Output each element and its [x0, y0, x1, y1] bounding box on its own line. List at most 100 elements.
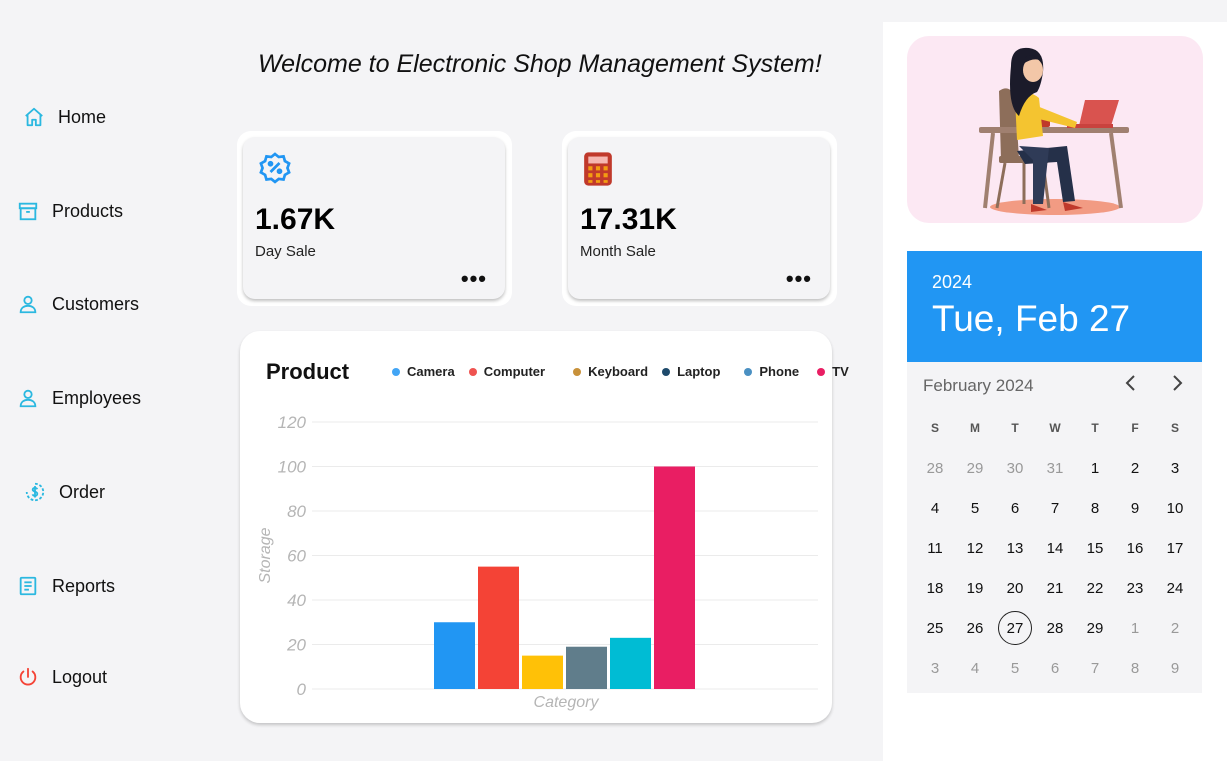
- woman-at-desk-image: [979, 47, 1129, 215]
- calendar-day[interactable]: 18: [915, 568, 955, 608]
- calendar-day[interactable]: 30: [995, 448, 1035, 488]
- calendar-year[interactable]: 2024: [932, 272, 972, 293]
- calendar-day[interactable]: 5: [955, 488, 995, 528]
- calendar-day[interactable]: 26: [955, 608, 995, 648]
- weekday-label: M: [970, 421, 980, 435]
- nav-customers[interactable]: Customers: [17, 293, 139, 315]
- x-axis-label: Category: [534, 694, 600, 711]
- calendar-day[interactable]: 9: [1115, 488, 1155, 528]
- calendar-selected-date: Tue, Feb 27: [932, 298, 1131, 339]
- nav-logout[interactable]: Logout: [17, 666, 107, 688]
- calendar-day[interactable]: 15: [1075, 528, 1115, 568]
- calendar-day-selected[interactable]: 27: [995, 608, 1035, 648]
- power-icon: [19, 667, 37, 686]
- bar-phone: [610, 637, 651, 689]
- weekday-label: F: [1131, 421, 1139, 435]
- chevron-right-icon: [1173, 375, 1183, 391]
- nav-products-label: Products: [52, 200, 124, 221]
- month-sale-more-button[interactable]: •••: [786, 268, 812, 290]
- calendar-day[interactable]: 25: [915, 608, 955, 648]
- calendar-day[interactable]: 22: [1075, 568, 1115, 608]
- calendar-day[interactable]: 20: [995, 568, 1035, 608]
- calendar-day[interactable]: 28: [1035, 608, 1075, 648]
- calendar-day[interactable]: 6: [1035, 648, 1075, 688]
- nav-reports-label: Reports: [52, 575, 116, 596]
- calendar-day[interactable]: 5: [995, 648, 1035, 688]
- calculator-icon: [584, 152, 612, 186]
- y-tick-label: 100: [278, 458, 307, 477]
- nav-reports[interactable]: Reports: [17, 575, 115, 597]
- calendar-day[interactable]: 13: [995, 528, 1035, 568]
- calendar-day[interactable]: 2: [1115, 448, 1155, 488]
- calendar-next-button[interactable]: [1169, 372, 1185, 400]
- weekday-label: S: [930, 421, 939, 435]
- y-tick-label: 60: [287, 547, 306, 566]
- calendar-day[interactable]: 8: [1075, 488, 1115, 528]
- legend-label: TV: [832, 364, 849, 379]
- calendar-month-label[interactable]: February 2024: [923, 376, 1034, 396]
- calendar-day[interactable]: 28: [915, 448, 955, 488]
- day-sale-card: 1.67K Day Sale •••: [243, 137, 505, 299]
- nav-order[interactable]: Order: [24, 481, 105, 503]
- right-panel: 2024 Tue, Feb 27 February 2024 S M T W T F S 28…: [883, 22, 1227, 761]
- nav-products[interactable]: Products: [17, 200, 123, 222]
- nav-home[interactable]: Home: [23, 106, 106, 128]
- dollar-refresh-icon: [25, 482, 45, 502]
- month-sale-card: 17.31K Month Sale •••: [568, 137, 830, 299]
- calendar-day[interactable]: 6: [995, 488, 1035, 528]
- calendar-day[interactable]: 1: [1115, 608, 1155, 648]
- y-tick-label: 20: [286, 636, 306, 655]
- y-axis-label: Storage: [257, 527, 274, 583]
- calendar-day[interactable]: 2: [1155, 608, 1195, 648]
- nav-logout-label: Logout: [52, 666, 108, 687]
- calendar-day[interactable]: 19: [955, 568, 995, 608]
- y-tick-label: 120: [278, 413, 307, 432]
- calendar-day[interactable]: 17: [1155, 528, 1195, 568]
- nav-order-label: Order: [59, 481, 106, 502]
- calendar-day[interactable]: 3: [915, 648, 955, 688]
- calendar-day[interactable]: 8: [1115, 648, 1155, 688]
- bar-tv: [654, 466, 695, 689]
- calendar-day[interactable]: 4: [955, 648, 995, 688]
- calendar-day[interactable]: 23: [1115, 568, 1155, 608]
- calendar-day[interactable]: 1: [1075, 448, 1115, 488]
- calendar-day[interactable]: 11: [915, 528, 955, 568]
- product-chart-card: Product Camera Computer Keyboard Laptop Phon…: [240, 331, 849, 723]
- calendar: February 2024 S M T W T F S 28 29 30 31 1 2 3 4 5 6 7 8 9 10…: [907, 362, 1202, 693]
- calendar-day[interactable]: 3: [1155, 448, 1195, 488]
- archive-box-icon: [18, 202, 38, 221]
- calendar-day[interactable]: 9: [1155, 648, 1195, 688]
- calendar-day[interactable]: 12: [955, 528, 995, 568]
- bar-keyboard: [522, 655, 563, 689]
- bar-computer: [478, 566, 519, 689]
- calendar-day[interactable]: 31: [1035, 448, 1075, 488]
- discount-badge-icon: [259, 152, 291, 184]
- month-sale-label: Month Sale: [580, 243, 656, 260]
- calendar-day[interactable]: 21: [1035, 568, 1075, 608]
- calendar-day[interactable]: 7: [1035, 488, 1075, 528]
- calendar-day[interactable]: 16: [1115, 528, 1155, 568]
- report-icon: [19, 576, 37, 596]
- calendar-day[interactable]: 4: [915, 488, 955, 528]
- y-tick-label: 40: [287, 591, 306, 610]
- calendar-day[interactable]: 24: [1155, 568, 1195, 608]
- illustration-woman-laptop: [907, 36, 1203, 223]
- weekday-label: T: [1011, 421, 1019, 435]
- calendar-day[interactable]: 10: [1155, 488, 1195, 528]
- page-title: Welcome to Electronic Shop Management Sy…: [258, 50, 822, 78]
- calendar-day[interactable]: 14: [1035, 528, 1075, 568]
- y-tick-label: 0: [297, 680, 307, 699]
- calendar-day[interactable]: 7: [1075, 648, 1115, 688]
- nav-home-label: Home: [58, 106, 107, 127]
- day-sale-value: 1.67K: [255, 203, 336, 236]
- product-bar-chart: 0 20 40 60 80 100 120 Storage Category: [257, 413, 818, 711]
- calendar-header: 2024 Tue, Feb 27: [907, 251, 1202, 362]
- calendar-day[interactable]: 29: [1075, 608, 1115, 648]
- month-sale-value: 17.31K: [580, 203, 677, 236]
- bar-laptop: [566, 646, 607, 689]
- calendar-prev-button[interactable]: [1123, 372, 1139, 400]
- weekday-label: W: [1049, 421, 1061, 435]
- day-sale-more-button[interactable]: •••: [461, 268, 487, 290]
- nav-employees[interactable]: Employees: [17, 387, 141, 409]
- calendar-day[interactable]: 29: [955, 448, 995, 488]
